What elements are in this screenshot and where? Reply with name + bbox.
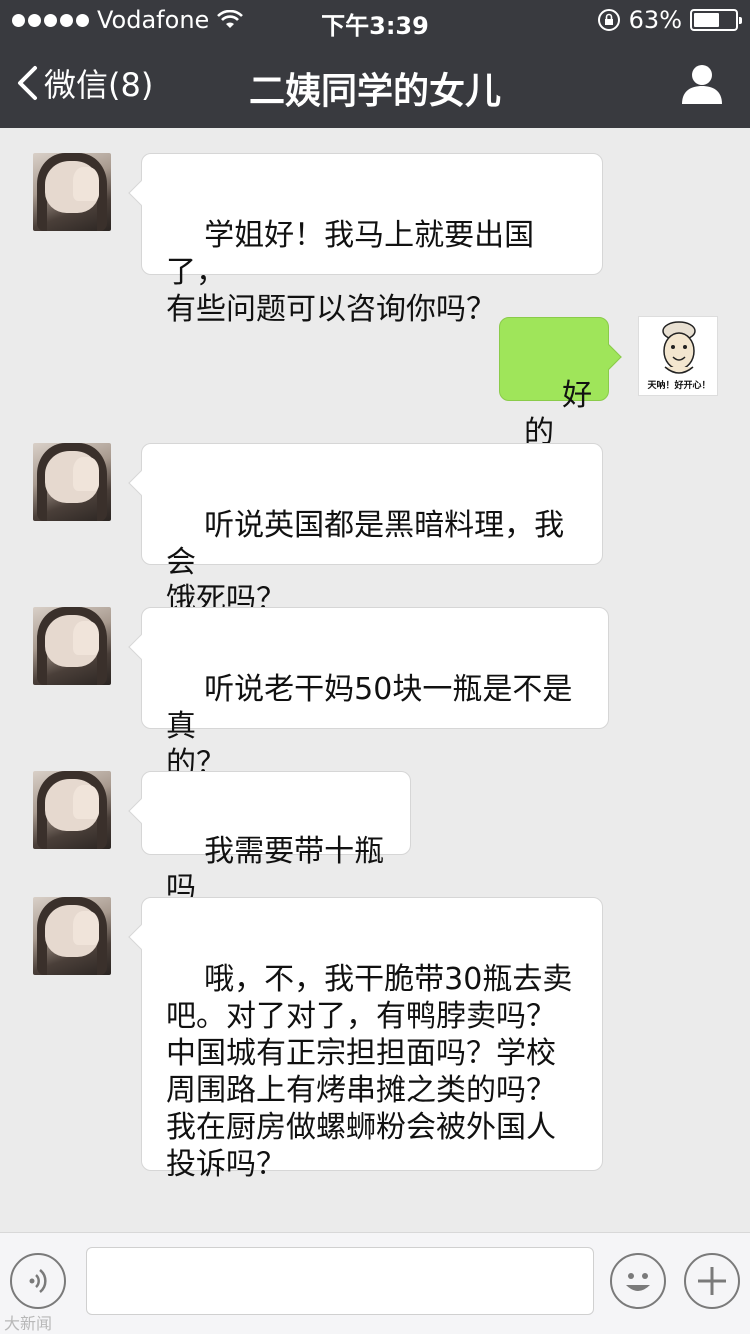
message-bubble[interactable]: 哦，不，我干脆带30瓶去卖 吧。对了对了，有鸭脖卖吗？ 中国城有正宗担担面吗？学… [128, 897, 603, 1182]
contact-avatar[interactable] [33, 897, 111, 975]
message-input[interactable] [86, 1247, 594, 1315]
sticker-caption: 天呐！好开心！ [647, 381, 711, 391]
smiley-icon [626, 1273, 650, 1291]
message-text: 好的 [524, 378, 593, 450]
nav-bar: 微信(8) 二姨同学的女儿 [0, 40, 750, 128]
rotation-lock-icon [597, 9, 620, 31]
message-bubble[interactable]: 我需要带十瓶吗 [128, 771, 411, 906]
my-avatar[interactable]: 天呐！好开心！ [638, 316, 718, 396]
message-bubble[interactable]: 听说老干妈50块一瓶是不是真 的？ [128, 607, 609, 781]
message-text: 听说老干妈50块一瓶是不是真 的？ [166, 672, 573, 781]
cartoon-face-icon [662, 321, 696, 374]
battery-percent: 63% [628, 6, 682, 34]
message-text: 听说英国都是黑暗料理，我会 饿死吗？ [166, 508, 565, 617]
message-bubble-sent[interactable]: 好的 [499, 317, 622, 450]
more-button[interactable] [684, 1253, 740, 1309]
message-text: 我需要带十瓶吗 [166, 834, 385, 906]
plus-icon [698, 1267, 726, 1295]
battery-icon [690, 9, 742, 31]
message-text: 哦，不，我干脆带30瓶去卖 吧。对了对了，有鸭脖卖吗？ 中国城有正宗担担面吗？学… [166, 962, 573, 1182]
status-right: 63% [597, 6, 742, 34]
voice-button[interactable] [10, 1253, 66, 1309]
watermark: 大新闻 [4, 1314, 53, 1333]
voice-icon [29, 1269, 47, 1293]
input-bar [0, 1232, 750, 1334]
message-bubble[interactable]: 听说英国都是黑暗料理，我会 饿死吗？ [128, 443, 603, 617]
contact-avatar[interactable] [33, 771, 111, 849]
contact-avatar[interactable] [33, 443, 111, 521]
message-bubble[interactable]: 学姐好！我马上就要出国了， 有些问题可以咨询你吗？ [128, 153, 603, 327]
emoji-button[interactable] [610, 1253, 666, 1309]
contact-avatar[interactable] [33, 607, 111, 685]
contact-avatar[interactable] [33, 153, 111, 231]
status-bar: Vodafone 下午3:39 63% [0, 0, 750, 40]
message-text: 学姐好！我马上就要出国了， 有些问题可以咨询你吗？ [166, 218, 535, 327]
header: Vodafone 下午3:39 63% 微信(8) 二姨同学的女儿 [0, 0, 750, 128]
chat-title: 二姨同学的女儿 [248, 71, 501, 112]
person-icon[interactable] [680, 62, 724, 106]
